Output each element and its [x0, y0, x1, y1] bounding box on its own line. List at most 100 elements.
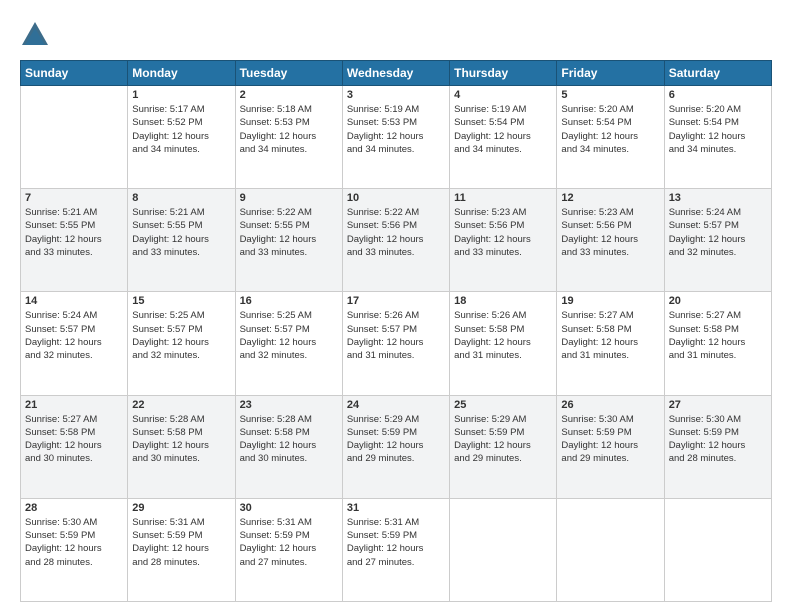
weekday-row: SundayMondayTuesdayWednesdayThursdayFrid…	[21, 61, 772, 86]
day-info: Sunrise: 5:21 AM Sunset: 5:55 PM Dayligh…	[25, 206, 123, 259]
day-info: Sunrise: 5:31 AM Sunset: 5:59 PM Dayligh…	[132, 516, 230, 569]
day-info: Sunrise: 5:21 AM Sunset: 5:55 PM Dayligh…	[132, 206, 230, 259]
day-info: Sunrise: 5:27 AM Sunset: 5:58 PM Dayligh…	[669, 309, 767, 362]
day-info: Sunrise: 5:18 AM Sunset: 5:53 PM Dayligh…	[240, 103, 338, 156]
calendar-cell: 20 Sunrise: 5:27 AM Sunset: 5:58 PM Dayli…	[664, 292, 771, 395]
day-number: 8	[132, 192, 230, 204]
calendar-cell: 19 Sunrise: 5:27 AM Sunset: 5:58 PM Dayli…	[557, 292, 664, 395]
day-number: 2	[240, 89, 338, 101]
day-number: 20	[669, 295, 767, 307]
day-number: 6	[669, 89, 767, 101]
day-info: Sunrise: 5:23 AM Sunset: 5:56 PM Dayligh…	[561, 206, 659, 259]
day-info: Sunrise: 5:19 AM Sunset: 5:53 PM Dayligh…	[347, 103, 445, 156]
calendar-cell: 11 Sunrise: 5:23 AM Sunset: 5:56 PM Dayli…	[450, 189, 557, 292]
day-info: Sunrise: 5:31 AM Sunset: 5:59 PM Dayligh…	[240, 516, 338, 569]
day-info: Sunrise: 5:19 AM Sunset: 5:54 PM Dayligh…	[454, 103, 552, 156]
day-number: 14	[25, 295, 123, 307]
day-info: Sunrise: 5:25 AM Sunset: 5:57 PM Dayligh…	[240, 309, 338, 362]
calendar-cell: 3Sunrise: 5:19 AM Sunset: 5:53 PM Daylig…	[342, 86, 449, 189]
week-row-2: 14 Sunrise: 5:24 AM Sunset: 5:57 PM Dayli…	[21, 292, 772, 395]
calendar-table: SundayMondayTuesdayWednesdayThursdayFrid…	[20, 60, 772, 602]
day-number: 28	[25, 502, 123, 514]
day-number: 29	[132, 502, 230, 514]
day-info: Sunrise: 5:24 AM Sunset: 5:57 PM Dayligh…	[25, 309, 123, 362]
calendar-header: SundayMondayTuesdayWednesdayThursdayFrid…	[21, 61, 772, 86]
calendar-cell: 1 Sunrise: 5:17 AM Sunset: 5:52 PM Daylig…	[128, 86, 235, 189]
calendar-cell: 6 Sunrise: 5:20 AM Sunset: 5:54 PM Daylig…	[664, 86, 771, 189]
day-number: 11	[454, 192, 552, 204]
week-row-0: 1 Sunrise: 5:17 AM Sunset: 5:52 PM Daylig…	[21, 86, 772, 189]
day-number: 16	[240, 295, 338, 307]
day-number: 9	[240, 192, 338, 204]
calendar-cell: 8 Sunrise: 5:21 AM Sunset: 5:55 PM Daylig…	[128, 189, 235, 292]
day-info: Sunrise: 5:30 AM Sunset: 5:59 PM Dayligh…	[669, 413, 767, 466]
calendar-cell: 15 Sunrise: 5:25 AM Sunset: 5:57 PM Dayli…	[128, 292, 235, 395]
day-number: 7	[25, 192, 123, 204]
calendar-cell	[664, 498, 771, 601]
calendar-cell: 30 Sunrise: 5:31 AM Sunset: 5:59 PM Dayli…	[235, 498, 342, 601]
day-number: 13	[669, 192, 767, 204]
day-number: 30	[240, 502, 338, 514]
weekday-header-tuesday: Tuesday	[235, 61, 342, 86]
week-row-3: 21 Sunrise: 5:27 AM Sunset: 5:58 PM Dayli…	[21, 395, 772, 498]
day-info: Sunrise: 5:25 AM Sunset: 5:57 PM Dayligh…	[132, 309, 230, 362]
day-info: Sunrise: 5:23 AM Sunset: 5:56 PM Dayligh…	[454, 206, 552, 259]
calendar-cell: 23 Sunrise: 5:28 AM Sunset: 5:58 PM Dayli…	[235, 395, 342, 498]
day-number: 25	[454, 399, 552, 411]
day-number: 18	[454, 295, 552, 307]
day-info: Sunrise: 5:27 AM Sunset: 5:58 PM Dayligh…	[25, 413, 123, 466]
day-number: 21	[25, 399, 123, 411]
calendar-cell: 10Sunrise: 5:22 AM Sunset: 5:56 PM Dayli…	[342, 189, 449, 292]
calendar-cell	[21, 86, 128, 189]
page: SundayMondayTuesdayWednesdayThursdayFrid…	[0, 0, 792, 612]
day-number: 23	[240, 399, 338, 411]
calendar-cell: 26 Sunrise: 5:30 AM Sunset: 5:59 PM Dayli…	[557, 395, 664, 498]
weekday-header-thursday: Thursday	[450, 61, 557, 86]
day-number: 15	[132, 295, 230, 307]
calendar-cell: 21 Sunrise: 5:27 AM Sunset: 5:58 PM Dayli…	[21, 395, 128, 498]
day-info: Sunrise: 5:24 AM Sunset: 5:57 PM Dayligh…	[669, 206, 767, 259]
logo	[20, 20, 54, 50]
calendar-cell: 22Sunrise: 5:28 AM Sunset: 5:58 PM Dayli…	[128, 395, 235, 498]
day-info: Sunrise: 5:26 AM Sunset: 5:58 PM Dayligh…	[454, 309, 552, 362]
calendar-cell	[450, 498, 557, 601]
calendar-cell: 9 Sunrise: 5:22 AM Sunset: 5:55 PM Daylig…	[235, 189, 342, 292]
day-info: Sunrise: 5:22 AM Sunset: 5:56 PM Dayligh…	[347, 206, 445, 259]
day-info: Sunrise: 5:20 AM Sunset: 5:54 PM Dayligh…	[669, 103, 767, 156]
calendar-cell: 4 Sunrise: 5:19 AM Sunset: 5:54 PM Daylig…	[450, 86, 557, 189]
day-number: 4	[454, 89, 552, 101]
calendar-cell: 5Sunrise: 5:20 AM Sunset: 5:54 PM Daylig…	[557, 86, 664, 189]
calendar-cell: 17 Sunrise: 5:26 AM Sunset: 5:57 PM Dayli…	[342, 292, 449, 395]
calendar-cell: 29 Sunrise: 5:31 AM Sunset: 5:59 PM Dayli…	[128, 498, 235, 601]
calendar-cell: 24 Sunrise: 5:29 AM Sunset: 5:59 PM Dayli…	[342, 395, 449, 498]
day-info: Sunrise: 5:29 AM Sunset: 5:59 PM Dayligh…	[347, 413, 445, 466]
calendar-cell: 13 Sunrise: 5:24 AM Sunset: 5:57 PM Dayli…	[664, 189, 771, 292]
calendar-cell: 16 Sunrise: 5:25 AM Sunset: 5:57 PM Dayli…	[235, 292, 342, 395]
day-number: 19	[561, 295, 659, 307]
day-info: Sunrise: 5:30 AM Sunset: 5:59 PM Dayligh…	[25, 516, 123, 569]
calendar-body: 1 Sunrise: 5:17 AM Sunset: 5:52 PM Daylig…	[21, 86, 772, 602]
week-row-1: 7 Sunrise: 5:21 AM Sunset: 5:55 PM Daylig…	[21, 189, 772, 292]
day-number: 1	[132, 89, 230, 101]
day-info: Sunrise: 5:30 AM Sunset: 5:59 PM Dayligh…	[561, 413, 659, 466]
weekday-header-monday: Monday	[128, 61, 235, 86]
day-number: 22	[132, 399, 230, 411]
header	[20, 20, 772, 50]
calendar-cell: 27 Sunrise: 5:30 AM Sunset: 5:59 PM Dayli…	[664, 395, 771, 498]
calendar-cell: 31Sunrise: 5:31 AM Sunset: 5:59 PM Dayli…	[342, 498, 449, 601]
calendar-cell: 25Sunrise: 5:29 AM Sunset: 5:59 PM Dayli…	[450, 395, 557, 498]
calendar-cell: 2 Sunrise: 5:18 AM Sunset: 5:53 PM Daylig…	[235, 86, 342, 189]
day-number: 27	[669, 399, 767, 411]
day-info: Sunrise: 5:27 AM Sunset: 5:58 PM Dayligh…	[561, 309, 659, 362]
day-number: 24	[347, 399, 445, 411]
day-info: Sunrise: 5:22 AM Sunset: 5:55 PM Dayligh…	[240, 206, 338, 259]
week-row-4: 28 Sunrise: 5:30 AM Sunset: 5:59 PM Dayli…	[21, 498, 772, 601]
day-info: Sunrise: 5:17 AM Sunset: 5:52 PM Dayligh…	[132, 103, 230, 156]
day-number: 31	[347, 502, 445, 514]
calendar-cell: 18 Sunrise: 5:26 AM Sunset: 5:58 PM Dayli…	[450, 292, 557, 395]
day-number: 26	[561, 399, 659, 411]
day-number: 17	[347, 295, 445, 307]
calendar-cell: 28 Sunrise: 5:30 AM Sunset: 5:59 PM Dayli…	[21, 498, 128, 601]
day-info: Sunrise: 5:26 AM Sunset: 5:57 PM Dayligh…	[347, 309, 445, 362]
day-info: Sunrise: 5:28 AM Sunset: 5:58 PM Dayligh…	[240, 413, 338, 466]
